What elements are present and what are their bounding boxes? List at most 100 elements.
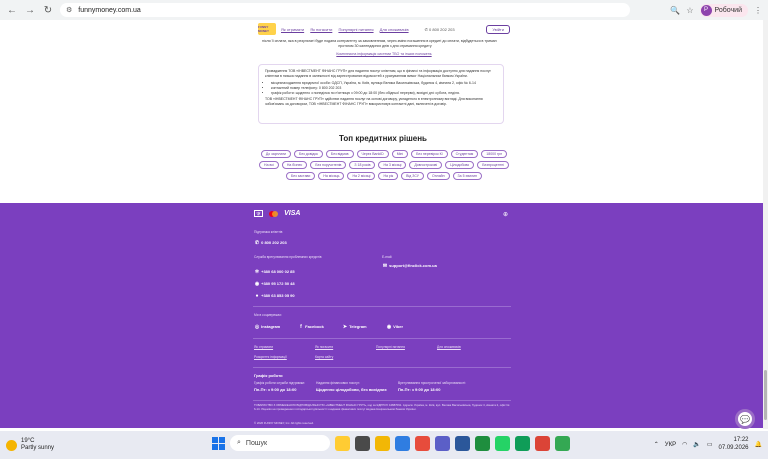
taskbar-search[interactable]: ⌕ Пошук bbox=[230, 435, 330, 451]
zoom-icon[interactable]: 🔍 bbox=[670, 6, 680, 15]
chrome-icon[interactable] bbox=[535, 435, 550, 451]
solution-tag[interactable]: За 5 хвилин bbox=[452, 172, 482, 180]
header-phone[interactable]: ✆ 0 800 202 203 bbox=[425, 27, 455, 32]
service-phone[interactable]: ✲ +380 68 000 02 85 bbox=[254, 269, 295, 275]
social-facebook[interactable]: f Facebook bbox=[298, 324, 324, 330]
nav-consumers[interactable]: Для споживачів bbox=[380, 27, 409, 32]
site-nav: Як отримати Як погасити Популярні питанн… bbox=[281, 27, 414, 32]
solution-tag[interactable]: На бізнес bbox=[281, 161, 308, 169]
solution-tag[interactable]: Студентам bbox=[450, 150, 479, 158]
header-phone-text: 0 800 202 203 bbox=[429, 26, 455, 32]
solution-tag[interactable]: Без застави bbox=[285, 172, 316, 180]
volume-icon[interactable]: 🔈 bbox=[693, 441, 700, 448]
viber-icon: ◉ bbox=[386, 324, 392, 330]
scroll-top-icon[interactable]: ⊕ bbox=[503, 211, 508, 218]
facebook-icon: f bbox=[300, 324, 302, 330]
menu-dots-icon[interactable]: ⋮ bbox=[754, 6, 762, 15]
social-viber[interactable]: ◉ Viber bbox=[386, 324, 403, 330]
solution-tag[interactable]: На 2 місяці bbox=[347, 172, 376, 180]
solution-tag[interactable]: З 18 років bbox=[349, 161, 376, 169]
file-explorer-icon[interactable] bbox=[375, 435, 390, 451]
back-icon[interactable]: ← bbox=[6, 4, 18, 16]
chevron-up-icon[interactable]: ⌃ bbox=[654, 441, 659, 448]
wifi-icon[interactable]: ◠ bbox=[682, 441, 687, 448]
solution-tag[interactable]: До зарплати bbox=[260, 150, 292, 158]
footer-link-consumers[interactable]: Для споживачів bbox=[437, 345, 461, 349]
solution-tag[interactable]: На рік bbox=[378, 172, 399, 180]
site-info-icon[interactable]: ⚙ bbox=[66, 6, 72, 14]
forward-icon[interactable]: → bbox=[24, 4, 36, 16]
task-view-icon[interactable] bbox=[355, 435, 370, 451]
solution-tag[interactable]: Довгострокові bbox=[409, 161, 443, 169]
scrollbar-thumb[interactable] bbox=[764, 370, 767, 420]
social-instagram[interactable]: ◎ Instagram bbox=[254, 324, 280, 330]
language-indicator[interactable]: УКР bbox=[665, 442, 676, 448]
address-bar[interactable]: ⚙ funnymoney.com.ua bbox=[60, 3, 630, 17]
solution-tag[interactable]: На 3 місяці bbox=[378, 161, 407, 169]
app-icon[interactable] bbox=[335, 435, 350, 451]
chat-widget-button[interactable]: 💬 bbox=[735, 409, 755, 429]
social-telegram[interactable]: ➤ Telegram bbox=[342, 324, 367, 330]
card-list: місцезнаходження юридичної особи: ОДСП, … bbox=[265, 81, 497, 96]
footer-link-disclosure[interactable]: Розкриття інформації bbox=[254, 355, 287, 359]
battery-icon[interactable]: ▭ bbox=[707, 441, 713, 448]
excel-icon[interactable] bbox=[475, 435, 490, 451]
service-phone[interactable]: ● +380 63 853 05 90 bbox=[254, 293, 295, 299]
bookmark-star-icon[interactable]: ☆ bbox=[686, 6, 693, 15]
reload-icon[interactable]: ↻ bbox=[42, 4, 54, 16]
schedule-label: Врегулювання простроченої заборгованості… bbox=[398, 381, 467, 385]
top-solutions-title: Топ кредитних рішень bbox=[339, 134, 427, 143]
nav-faq[interactable]: Популярні питання bbox=[338, 27, 373, 32]
solution-tag[interactable]: Без відмов bbox=[325, 150, 354, 158]
url-text: funnymoney.com.ua bbox=[78, 6, 141, 14]
solution-tag[interactable]: На всі bbox=[259, 161, 279, 169]
app-icon[interactable] bbox=[415, 435, 430, 451]
intro-text: після її сплати, яка в результаті буде п… bbox=[262, 39, 508, 49]
word-icon[interactable] bbox=[455, 435, 470, 451]
whatsapp-icon[interactable] bbox=[495, 435, 510, 451]
solution-tag[interactable]: Без довідок bbox=[294, 150, 323, 158]
app-icon[interactable] bbox=[515, 435, 530, 451]
solution-tag[interactable]: Міні bbox=[391, 150, 409, 158]
solution-tag[interactable]: Онлайн bbox=[427, 172, 450, 180]
footer-link-how-to-repay[interactable]: Як погасити bbox=[315, 345, 333, 349]
solution-tag[interactable]: Без перевірок КІ bbox=[411, 150, 448, 158]
footer-link-how-to-get[interactable]: Як отримати bbox=[254, 345, 273, 349]
mastercard-icon bbox=[269, 210, 279, 217]
nav-how-to-repay[interactable]: Як погасити bbox=[310, 27, 332, 32]
scrollbar[interactable] bbox=[763, 20, 768, 429]
support-phone[interactable]: ✆ 0 800 202 203 bbox=[254, 240, 287, 246]
edge-icon[interactable] bbox=[395, 435, 410, 451]
service-phone[interactable]: ◉ +380 95 172 50 48 bbox=[254, 281, 295, 287]
windows-taskbar: 19°C Partly sunny ⌕ Пошук ⌃ УКР ◠ 🔈 ▭ 17… bbox=[0, 431, 768, 459]
service-phone-text: +380 63 853 05 90 bbox=[261, 293, 295, 298]
footer-link-sitemap[interactable]: Карта сайту bbox=[315, 355, 333, 359]
email-link[interactable]: ✉ support@finclick.com.ua bbox=[382, 263, 437, 269]
teams-icon[interactable] bbox=[435, 435, 450, 451]
site-logo[interactable]: FUNNY MONEY bbox=[258, 23, 276, 35]
footer-link-faq[interactable]: Популярні питання bbox=[376, 345, 405, 349]
login-button[interactable]: Увійти bbox=[486, 24, 510, 34]
shield-logo-icon: 🛡 bbox=[254, 210, 264, 217]
solution-tag[interactable]: Без поручителів bbox=[310, 161, 347, 169]
star-icon: ✲ bbox=[254, 269, 260, 275]
notifications-icon[interactable]: 🔔 bbox=[755, 441, 762, 448]
chrome-profile-icon[interactable] bbox=[555, 435, 570, 451]
nav-how-to-get[interactable]: Як отримати bbox=[281, 27, 304, 32]
intro-link[interactable]: Комплексна інформація системи ТБО та інш… bbox=[258, 52, 510, 57]
solution-tag[interactable]: Через BankID bbox=[356, 150, 389, 158]
site-header: FUNNY MONEY Як отримати Як погасити Попу… bbox=[258, 22, 510, 36]
profile-button[interactable]: Р Робочий bbox=[699, 3, 748, 17]
windows-start-icon[interactable] bbox=[212, 436, 225, 450]
location-icon: ● bbox=[255, 293, 259, 299]
solution-tag[interactable]: Безпроцентні bbox=[477, 161, 509, 169]
solution-tag[interactable]: Від ЗСУ bbox=[401, 172, 424, 180]
social-label-text: Instagram bbox=[261, 324, 281, 329]
schedule-title: Графік роботи bbox=[254, 373, 283, 378]
solution-tag[interactable]: На місяць bbox=[318, 172, 345, 180]
weather-widget[interactable]: 19°C Partly sunny bbox=[6, 438, 54, 452]
clock[interactable]: 17:22 07.09.2026 bbox=[718, 437, 748, 453]
schedule-label: Надання фінансових послуг: bbox=[316, 381, 360, 385]
solution-tag[interactable]: Цілодобово bbox=[445, 161, 475, 169]
solution-tag[interactable]: 18000 грн bbox=[481, 150, 508, 158]
